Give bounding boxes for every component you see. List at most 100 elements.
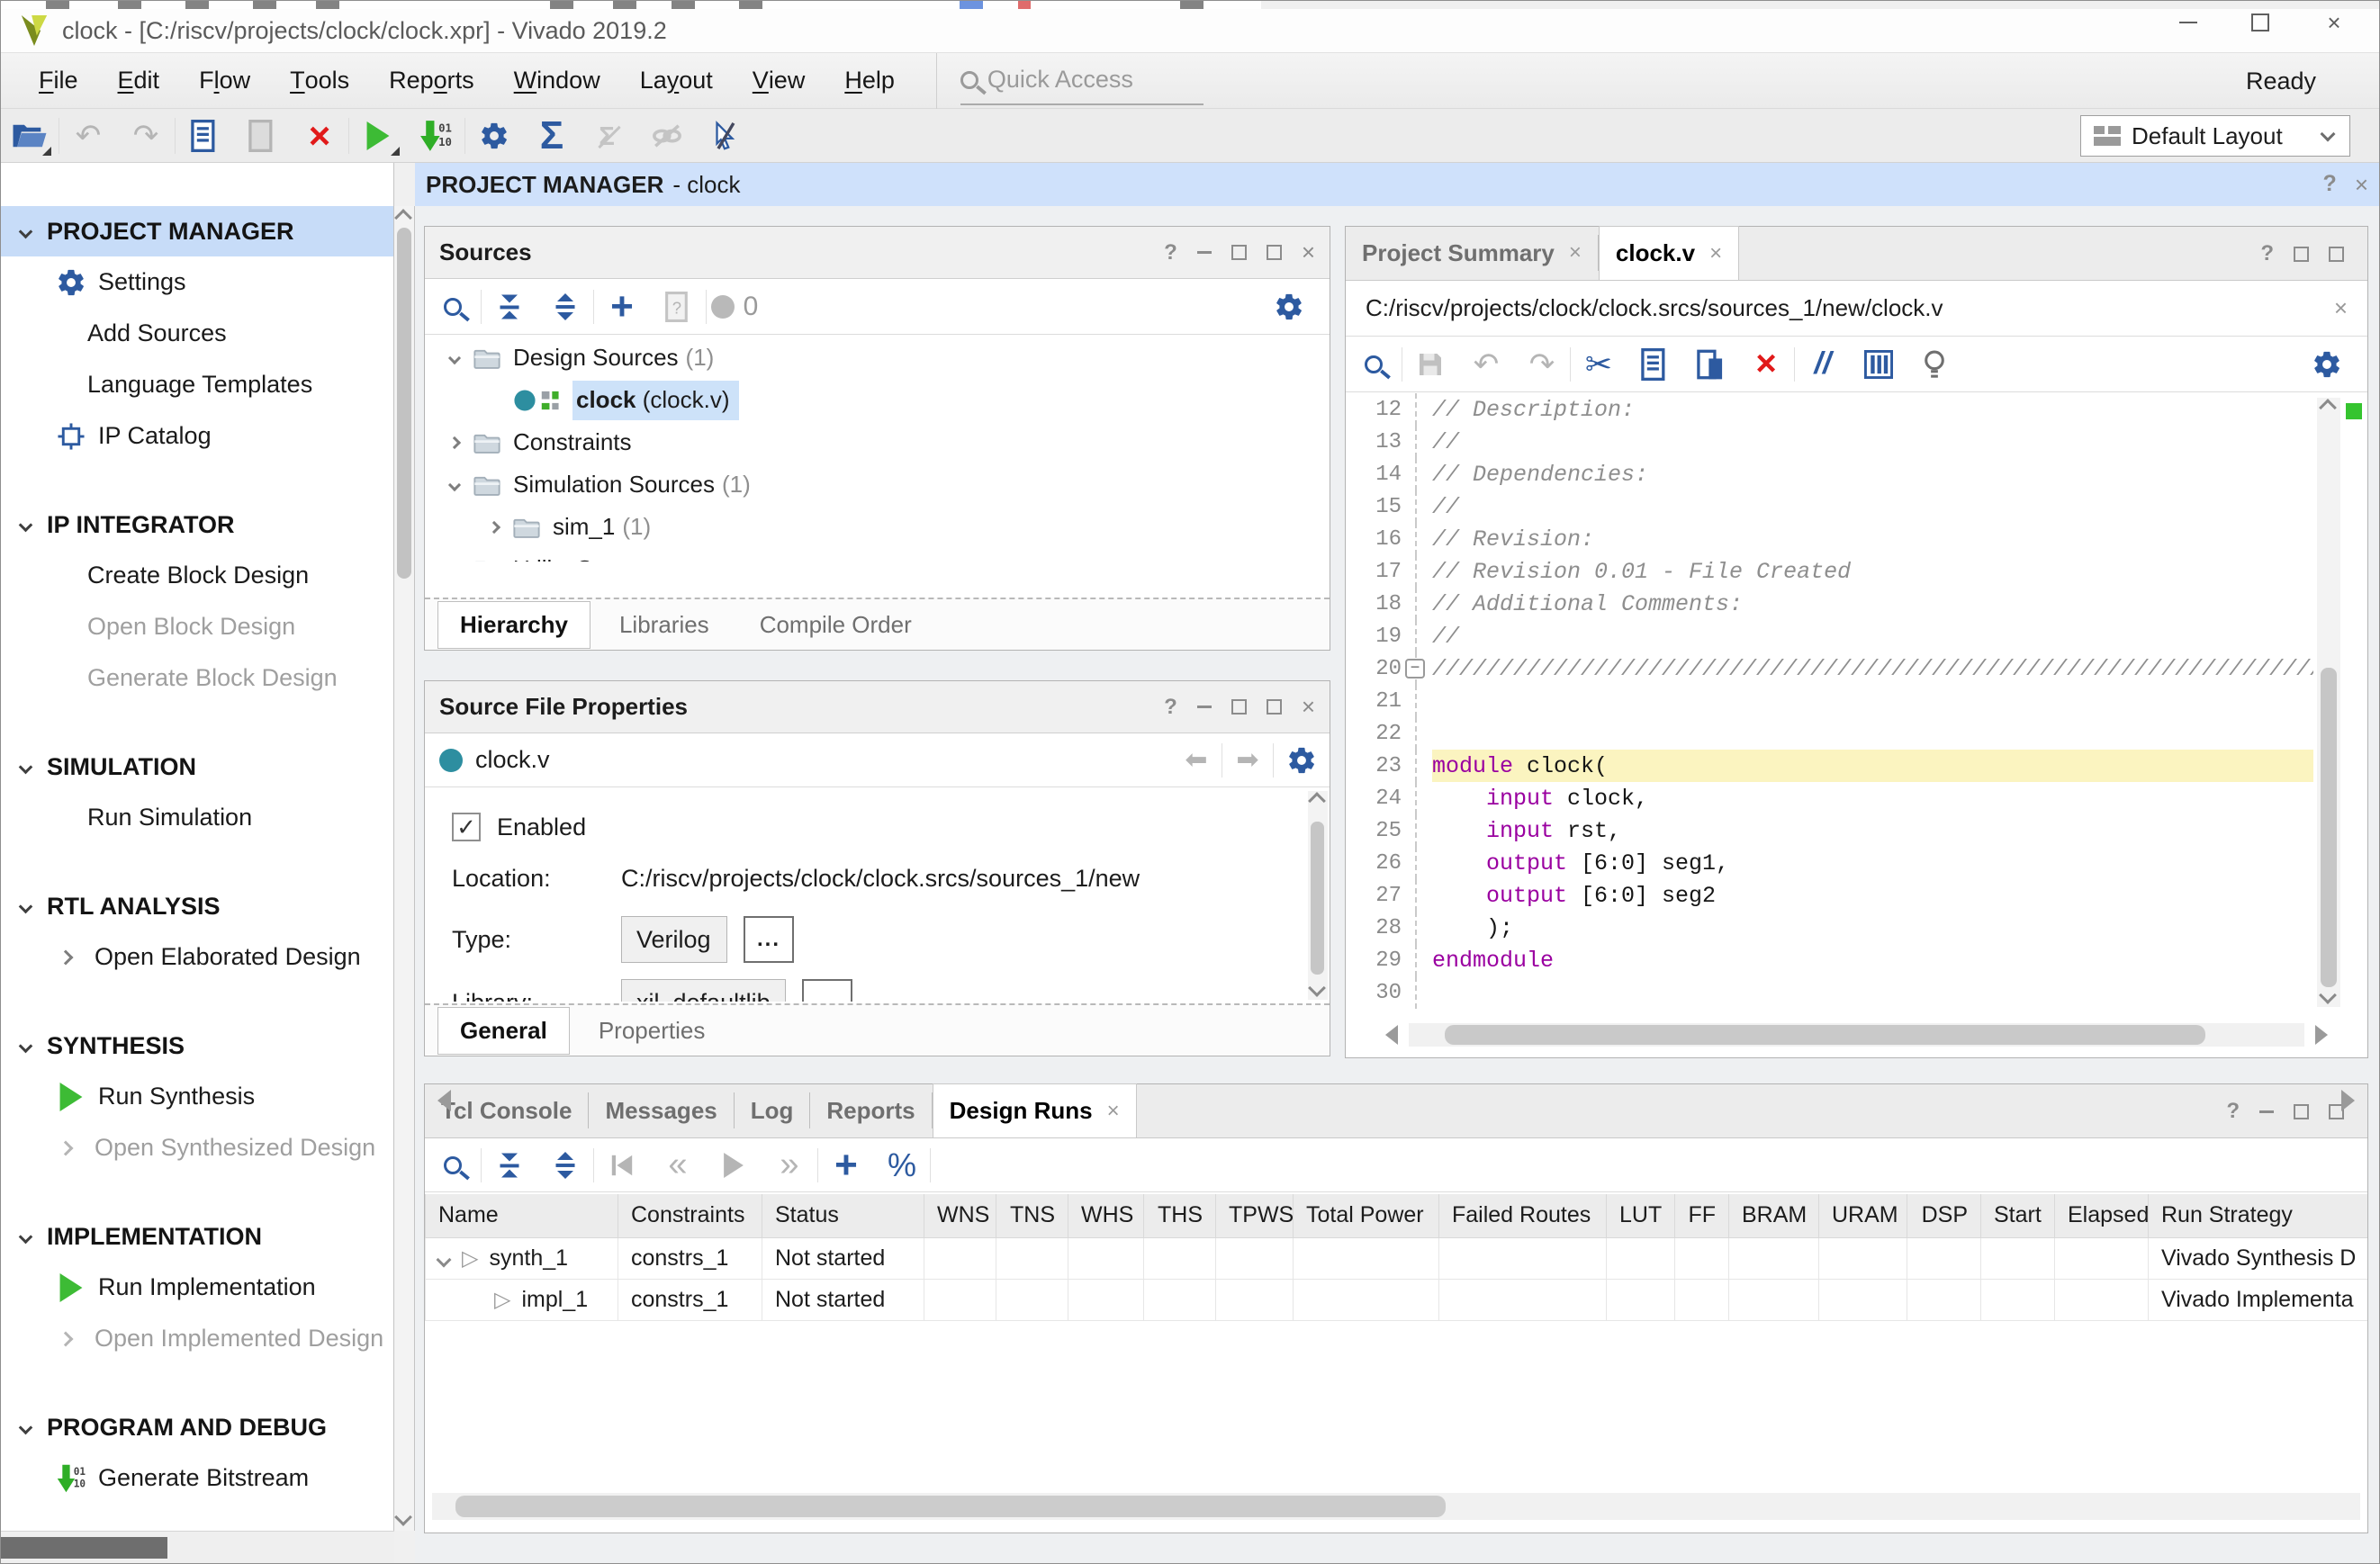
- flownav-section-simulation[interactable]: SIMULATION: [1, 742, 394, 792]
- close-tab-icon[interactable]: ×: [1569, 240, 1582, 265]
- flownav-item-add-sources[interactable]: Add Sources: [1, 308, 394, 359]
- column-header-dsp[interactable]: DSP: [1907, 1194, 1981, 1237]
- tree-item-utility-sources[interactable]: Utility Sources: [425, 548, 1330, 562]
- flownav-item-ip-catalog[interactable]: IP Catalog: [1, 410, 394, 462]
- flownav-item-open-elaborated-design[interactable]: Open Elaborated Design: [1, 931, 394, 983]
- sources-tab-libraries[interactable]: Libraries: [598, 602, 731, 648]
- code-line-26[interactable]: 26 output [6:0] seg1,: [1346, 847, 2313, 879]
- flownav-item-settings[interactable]: Settings: [1, 256, 394, 308]
- chevron-right-icon[interactable]: [488, 520, 500, 533]
- lightbulb-icon[interactable]: [1907, 342, 1962, 387]
- code-line-25[interactable]: 25 input rst,: [1346, 814, 2313, 847]
- editor-tab-project-summary[interactable]: Project Summary×: [1346, 226, 1598, 280]
- cut-icon[interactable]: ✂: [1571, 342, 1627, 387]
- column-header-wns[interactable]: WNS: [924, 1194, 996, 1237]
- library-browse-button[interactable]: ...: [802, 979, 852, 1002]
- file-properties-vscrollbar[interactable]: [1308, 791, 1328, 1000]
- flownav-section-rtl-analysis[interactable]: RTL ANALYSIS: [1, 881, 394, 931]
- help-icon[interactable]: ?: [2226, 1099, 2240, 1124]
- delete-button[interactable]: ×: [291, 112, 348, 159]
- run-row-impl_1[interactable]: ▷impl_1constrs_1Not startedVivado Implem…: [426, 1279, 2368, 1320]
- settings-gear-icon[interactable]: [1274, 738, 1330, 783]
- code-line-12[interactable]: 12// Description:: [1346, 393, 2313, 426]
- close-tab-icon[interactable]: ×: [1709, 241, 1722, 266]
- quick-access-search[interactable]: Quick Access: [936, 53, 1206, 109]
- editor-hscrollbar[interactable]: [1409, 1023, 2304, 1047]
- editor-tab-clock-v[interactable]: clock.v×: [1599, 226, 1739, 280]
- add-sources-icon[interactable]: +: [594, 284, 650, 329]
- flownav-section-implementation[interactable]: IMPLEMENTATION: [1, 1211, 394, 1262]
- flow-navigator-hscrollbar[interactable]: [1, 1531, 394, 1564]
- code-editor[interactable]: 12// Description: 13// 14// Dependencies…: [1346, 393, 2313, 1012]
- expand-all-icon[interactable]: [537, 1143, 593, 1188]
- chevron-down-icon[interactable]: [448, 351, 461, 364]
- settings-gear-icon[interactable]: [1261, 284, 1317, 329]
- code-line-21[interactable]: 21: [1346, 685, 2313, 717]
- run-row-synth_1[interactable]: ▷synth_1constrs_1Not startedVivado Synth…: [426, 1237, 2368, 1279]
- paste-button[interactable]: [233, 112, 291, 159]
- chevron-right-icon[interactable]: [448, 436, 461, 448]
- toggle-comment-icon[interactable]: //: [1795, 342, 1851, 387]
- settings-gear-icon[interactable]: [2299, 342, 2355, 387]
- fold-marker-icon[interactable]: −: [1405, 659, 1425, 679]
- close-icon[interactable]: ×: [1302, 693, 1315, 721]
- undo-button[interactable]: ↶: [59, 112, 117, 159]
- expand-all-icon[interactable]: [537, 284, 593, 329]
- minimize-icon[interactable]: [1197, 251, 1212, 254]
- flownav-item-run-implementation[interactable]: Run Implementation: [1, 1262, 394, 1313]
- flownav-section-ip-integrator[interactable]: IP INTEGRATOR: [1, 499, 394, 550]
- copy-icon[interactable]: [1627, 342, 1682, 387]
- column-header-lut[interactable]: LUT: [1607, 1194, 1675, 1237]
- back-arrow-icon[interactable]: ⬅: [1171, 744, 1222, 776]
- column-header-bram[interactable]: BRAM: [1729, 1194, 1819, 1237]
- code-line-24[interactable]: 24 input clock,: [1346, 782, 2313, 814]
- report-sum-button[interactable]: Σ: [523, 112, 581, 159]
- menu-edit[interactable]: Edit: [98, 53, 180, 109]
- copy-button[interactable]: [176, 112, 233, 159]
- percent-icon[interactable]: %: [874, 1143, 930, 1188]
- maximize-icon[interactable]: [1231, 699, 1247, 715]
- float-icon[interactable]: [2329, 247, 2344, 262]
- bottom-tab-log[interactable]: Log: [735, 1083, 810, 1137]
- column-header-status[interactable]: Status: [762, 1194, 924, 1237]
- window-close-button[interactable]: ×: [2314, 6, 2354, 39]
- maximize-icon[interactable]: [2294, 1104, 2309, 1119]
- column-header-failed-routes[interactable]: Failed Routes: [1439, 1194, 1607, 1237]
- menu-window[interactable]: Window: [494, 53, 620, 109]
- editor-vscrollbar[interactable]: [2317, 398, 2340, 1007]
- flownav-item-run-simulation[interactable]: Run Simulation: [1, 792, 394, 843]
- scroll-left-icon[interactable]: [1385, 1025, 1398, 1045]
- menu-file[interactable]: File: [19, 53, 98, 109]
- menu-view[interactable]: View: [733, 53, 825, 109]
- column-header-start[interactable]: Start: [1981, 1194, 2055, 1237]
- column-header-name[interactable]: Name: [426, 1194, 618, 1237]
- menu-reports[interactable]: Reports: [369, 53, 494, 109]
- float-icon[interactable]: [1267, 245, 1282, 260]
- chevron-down-icon[interactable]: [448, 478, 461, 490]
- code-line-27[interactable]: 27 output [6:0] seg2: [1346, 879, 2313, 912]
- flownav-item-language-templates[interactable]: Language Templates: [1, 359, 394, 410]
- flownav-item-run-synthesis[interactable]: Run Synthesis: [1, 1071, 394, 1122]
- code-line-13[interactable]: 13//: [1346, 426, 2313, 458]
- flownav-item-generate-bitstream[interactable]: 0110Generate Bitstream: [1, 1452, 394, 1504]
- code-line-29[interactable]: 29endmodule: [1346, 944, 2313, 976]
- paste-icon[interactable]: [1682, 342, 1738, 387]
- generate-bitstream-button[interactable]: 0110: [407, 112, 464, 159]
- help-icon[interactable]: ?: [2260, 241, 2274, 266]
- code-line-19[interactable]: 19//: [1346, 620, 2313, 652]
- minimize-icon[interactable]: [1197, 706, 1212, 708]
- enabled-checkbox[interactable]: ✓: [452, 813, 481, 841]
- type-value[interactable]: Verilog: [621, 916, 727, 963]
- column-header-whs[interactable]: WHS: [1068, 1194, 1144, 1237]
- maximize-icon[interactable]: [2294, 247, 2309, 262]
- collapse-all-icon[interactable]: [482, 1143, 537, 1188]
- code-line-18[interactable]: 18// Additional Comments:: [1346, 588, 2313, 620]
- search-icon[interactable]: [425, 1143, 481, 1188]
- forward-arrow-icon[interactable]: ➡: [1222, 744, 1273, 776]
- close-tab-icon[interactable]: ×: [1107, 1099, 1120, 1124]
- bottom-hscrollbar[interactable]: [432, 1493, 2360, 1520]
- tree-item-constraints[interactable]: Constraints: [425, 421, 1330, 463]
- flow-navigator-vscrollbar[interactable]: [394, 206, 415, 1531]
- sources-tab-hierarchy[interactable]: Hierarchy: [437, 601, 590, 649]
- code-line-14[interactable]: 14// Dependencies:: [1346, 458, 2313, 490]
